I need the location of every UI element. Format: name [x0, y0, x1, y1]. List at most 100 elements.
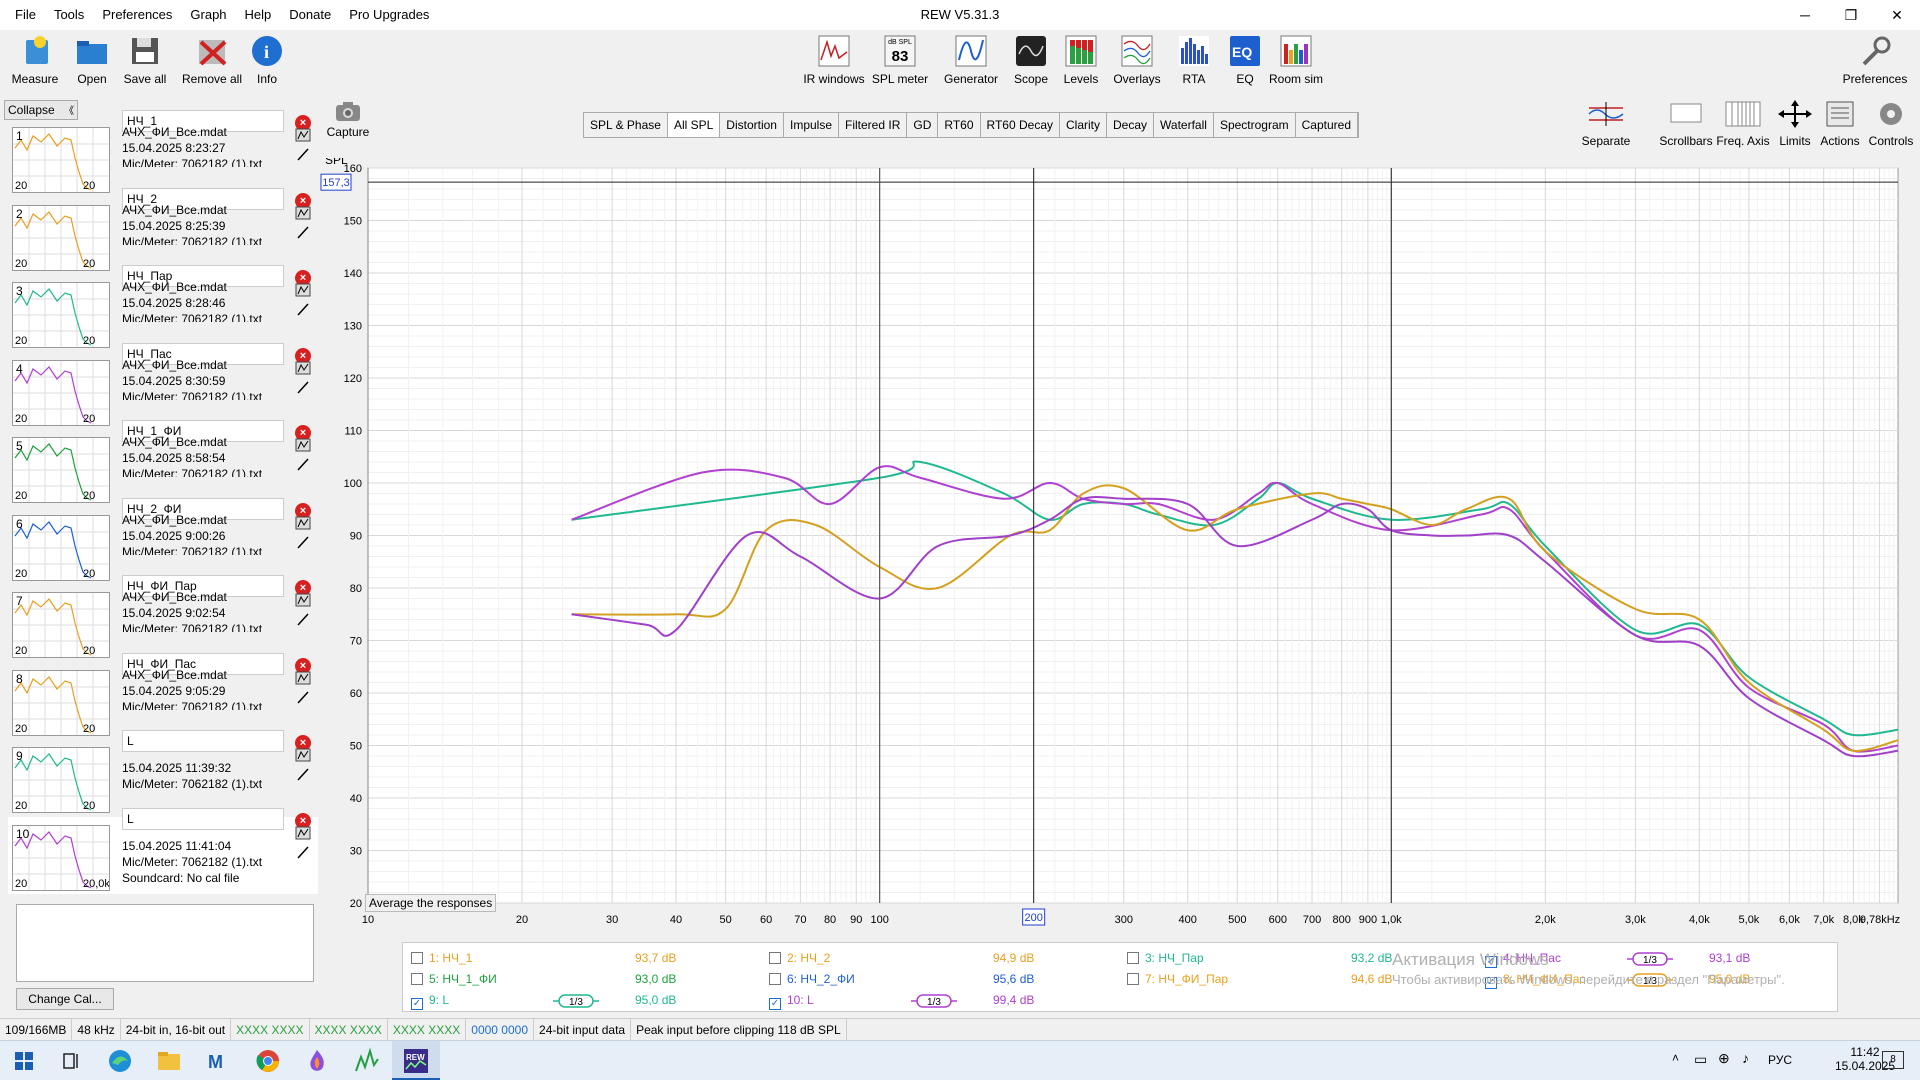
language-globe-icon[interactable]: ⊕	[1718, 1050, 1730, 1067]
measurement-thumbnail[interactable]: 1 20 20	[12, 127, 110, 193]
save-all-button[interactable]: Save all	[124, 34, 166, 86]
measurement-thumbnail[interactable]: 8 20 20	[12, 669, 110, 736]
eq-button[interactable]: EQ EQ	[1225, 34, 1265, 86]
tab-spl-phase[interactable]: SPL & Phase	[584, 113, 668, 137]
measurement-name-field[interactable]: L	[122, 807, 284, 830]
legend-item[interactable]: ✓ 9: L	[411, 993, 449, 1010]
remove-all-button[interactable]: Remove all	[182, 34, 242, 86]
collapse-button[interactable]: Collapse 《	[4, 100, 78, 120]
overlays-button[interactable]: Overlays	[1113, 34, 1161, 86]
measurement-chart-icon[interactable]	[295, 438, 311, 452]
measurement-item[interactable]: 9 20 20 L × 15.04.2025 11:39:32 Mic/Meter: 706…	[8, 730, 318, 816]
measurement-item[interactable]: 1 20 20 НЧ_1 × АЧХ_ФИ_Все.mdat 15.04.2025 8:23…	[8, 110, 318, 196]
measurement-item[interactable]: 2 20 20 НЧ_2 × АЧХ_ФИ_Все.mdat 15.04.2025 8:25…	[8, 187, 318, 274]
measurement-chart-icon[interactable]	[295, 361, 311, 375]
measurement-chart-icon[interactable]	[295, 516, 311, 530]
tab-spectrogram[interactable]: Spectrogram	[1213, 113, 1296, 137]
ir-windows-button[interactable]: IR windows	[803, 34, 865, 86]
controls-button[interactable]: Controls	[1861, 100, 1920, 148]
tab-rt60[interactable]: RT60	[938, 113, 981, 137]
flame-app-icon[interactable]	[303, 1047, 331, 1075]
legend-checkbox[interactable]	[769, 952, 781, 964]
legend-checkbox[interactable]: ✓	[769, 998, 781, 1010]
measurement-thumbnail[interactable]: 3 20 20	[12, 282, 110, 348]
measurement-item[interactable]: 3 20 20 НЧ_Пар × АЧХ_ФИ_Все.mdat 15.04.2025 8:…	[8, 265, 318, 351]
notification-icon[interactable]: 8	[1882, 1051, 1904, 1069]
menu-donate[interactable]: Donate	[280, 0, 340, 30]
measurement-thumbnail[interactable]: 2 20 20	[12, 204, 110, 271]
tab-waterfall[interactable]: Waterfall	[1154, 113, 1214, 137]
legend-checkbox[interactable]	[769, 973, 781, 985]
legend-item[interactable]: 6: НЧ_2_ФИ	[769, 972, 855, 986]
pen-icon[interactable]	[295, 690, 311, 704]
measurement-chart-icon[interactable]	[295, 206, 311, 220]
legend-item[interactable]: 1: НЧ_1	[411, 951, 472, 965]
change-cal-button[interactable]: Change Cal...	[16, 988, 114, 1010]
volume-icon[interactable]: ♪	[1742, 1050, 1749, 1066]
windows-start-icon[interactable]	[10, 1047, 38, 1075]
minimize-button[interactable]: ─	[1782, 0, 1828, 30]
menu-preferences[interactable]: Preferences	[93, 0, 181, 30]
tab-filtered-ir[interactable]: Filtered IR	[839, 113, 908, 137]
separate-button[interactable]: Separate	[1576, 100, 1636, 148]
measurement-item[interactable]: 10 20 20,0k L × 15.04.2025 11:41:04 Mic/Meter:…	[8, 807, 318, 894]
mail-app-icon[interactable]: M	[204, 1047, 232, 1075]
pen-icon[interactable]	[295, 845, 311, 859]
room-sim-button[interactable]: Room sim	[1269, 34, 1323, 86]
legend-item[interactable]: ✓ 10: L	[769, 993, 814, 1010]
notes-area[interactable]	[16, 904, 314, 982]
edge-browser-icon[interactable]	[106, 1047, 134, 1075]
measurement-thumbnail[interactable]: 7 20 20	[12, 592, 110, 658]
legend-checkbox[interactable]: ✓	[411, 998, 423, 1010]
legend-item[interactable]: 5: НЧ_1_ФИ	[411, 972, 497, 986]
smoothing-indicator[interactable]: 1/3	[553, 994, 599, 1008]
measurement-chart-icon[interactable]	[295, 671, 311, 685]
network-icon[interactable]: ▭	[1694, 1051, 1707, 1068]
input-language[interactable]: РУС	[1768, 1053, 1792, 1067]
tray-chevron-up-icon[interactable]: ˄	[1672, 1051, 1679, 1065]
measurement-chart-icon[interactable]	[295, 826, 311, 840]
pen-icon[interactable]	[295, 612, 311, 626]
pen-icon[interactable]	[295, 767, 311, 781]
capture-button[interactable]: Capture	[322, 100, 374, 139]
measurement-thumbnail[interactable]: 5 20 20	[12, 437, 110, 503]
task-view-icon[interactable]	[58, 1047, 86, 1075]
scrollbars-button[interactable]: Scrollbars	[1656, 100, 1716, 148]
average-responses-button[interactable]: Average the responses	[365, 894, 497, 912]
measurement-thumbnail[interactable]: 9 20 20	[12, 747, 110, 813]
spl-chart[interactable]: 2030405060708090100110120130140150160 10…	[320, 158, 1920, 938]
scope-button[interactable]: Scope	[1011, 34, 1051, 86]
maximize-button[interactable]: ❐	[1828, 0, 1874, 30]
measurement-item[interactable]: 4 20 20 НЧ_Пас × АЧХ_ФИ_Все.mdat 15.04.2025 8:…	[8, 342, 318, 429]
menu-help[interactable]: Help	[236, 0, 281, 30]
tab-clarity[interactable]: Clarity	[1060, 113, 1108, 137]
generator-button[interactable]: Generator	[944, 34, 998, 86]
measurement-item[interactable]: 6 20 20 НЧ_2_ФИ × АЧХ_ФИ_Все.mdat 15.04.2025 9…	[8, 497, 318, 584]
measurement-thumbnail[interactable]: 4 20 20	[12, 359, 110, 426]
tab-rt60-decay[interactable]: RT60 Decay	[980, 113, 1060, 137]
freq-axis-button[interactable]: Freq. Axis	[1713, 100, 1773, 148]
smoothing-indicator[interactable]: 1/3	[911, 994, 957, 1008]
tab-distortion[interactable]: Distortion	[720, 113, 784, 137]
measurement-name-field[interactable]: L	[122, 730, 284, 752]
measure-button[interactable]: Measure	[12, 34, 58, 86]
tab-captured[interactable]: Captured	[1295, 113, 1359, 137]
pen-icon[interactable]	[295, 457, 311, 471]
menu-graph[interactable]: Graph	[181, 0, 235, 30]
rew-taskbar-button[interactable]: REW	[392, 1041, 440, 1080]
measurement-chart-icon[interactable]	[295, 593, 311, 607]
measurement-chart-icon[interactable]	[295, 748, 311, 762]
smoothing-indicator[interactable]: 1/3	[1627, 952, 1673, 966]
measurement-thumbnail[interactable]: 10 20 20,0k	[12, 824, 110, 891]
legend-checkbox[interactable]	[1127, 973, 1139, 985]
spl-meter-button[interactable]: dB SPL 83 SPL meter	[872, 34, 928, 86]
tab-decay[interactable]: Decay	[1107, 113, 1155, 137]
menu-tools[interactable]: Tools	[45, 0, 93, 30]
pen-icon[interactable]	[295, 147, 311, 161]
audio-app-icon[interactable]	[353, 1047, 381, 1075]
legend-checkbox[interactable]	[411, 973, 423, 985]
chrome-icon[interactable]	[254, 1047, 282, 1075]
legend-checkbox[interactable]	[1127, 952, 1139, 964]
legend-item[interactable]: 3: НЧ_Пар	[1127, 951, 1204, 965]
tab-all-spl[interactable]: All SPL	[667, 113, 721, 137]
